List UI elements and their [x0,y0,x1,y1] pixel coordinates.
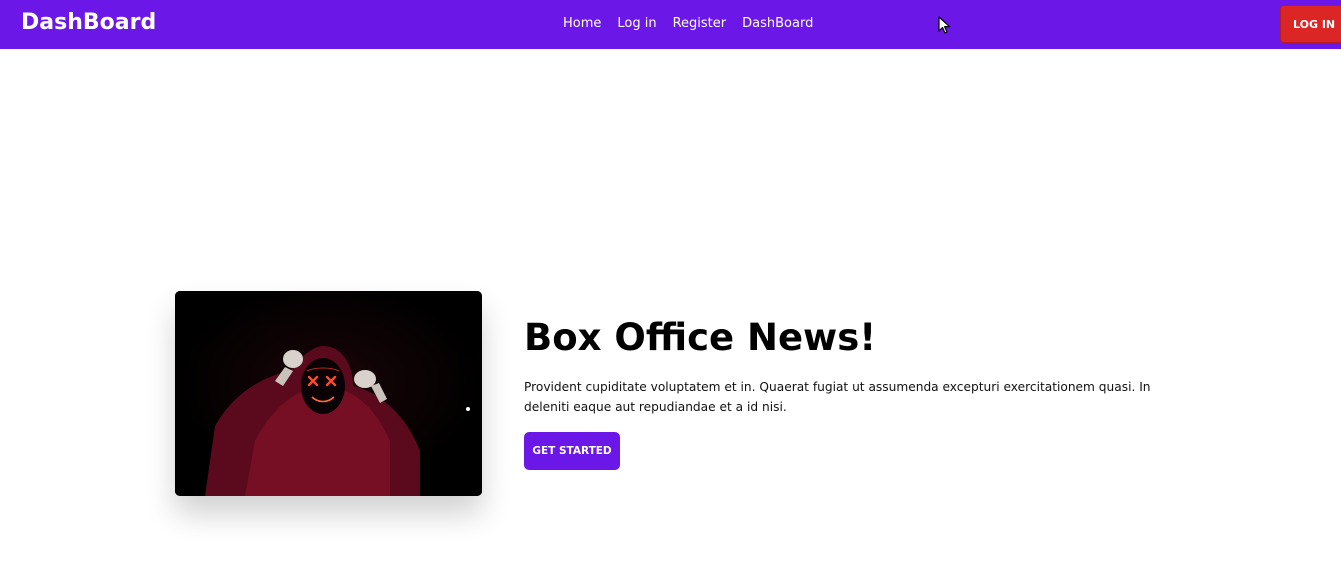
hero-description: Provident cupiditate voluptatem et in. Q… [524,380,1151,414]
nav-link-dashboard[interactable]: DashBoard [742,16,813,31]
nav-link-home[interactable]: Home [563,16,601,31]
nav-link-login[interactable]: Log in [617,16,656,31]
hero-title: Box Office News! [524,316,877,359]
login-button[interactable]: LOG IN [1280,5,1341,43]
hero-image [175,291,482,496]
hooded-figure-image [175,291,482,496]
get-started-button[interactable]: GET STARTED [524,432,620,470]
top-navbar: DashBoard Home Log in Register DashBoard… [0,0,1341,49]
nav-links: Home Log in Register DashBoard [563,16,813,31]
mouse-cursor-icon [938,16,951,34]
nav-link-register[interactable]: Register [673,16,727,31]
brand-logo[interactable]: DashBoard [21,10,156,35]
